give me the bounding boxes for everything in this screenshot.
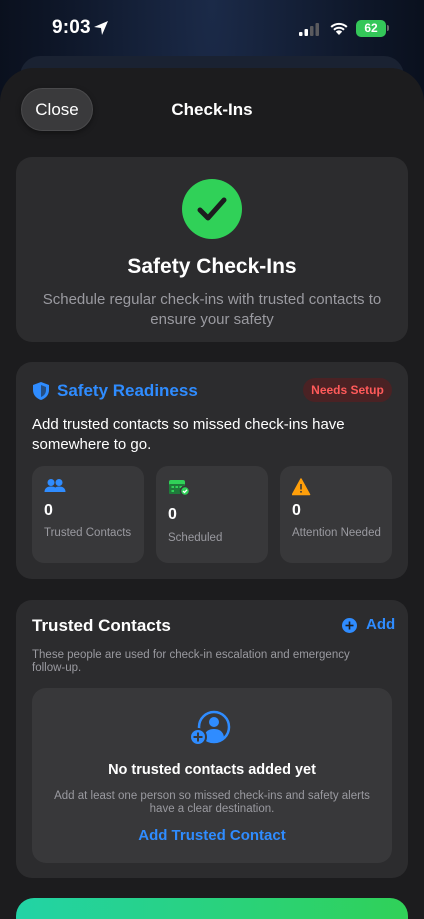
stat-value: 0 (168, 506, 177, 523)
section-title: Trusted Contacts (32, 616, 171, 635)
stat-value: 0 (44, 502, 53, 519)
shield-icon (33, 382, 49, 400)
status-bar: 9:03 62 (0, 0, 424, 58)
battery-tip (387, 25, 389, 31)
stat-label: Trusted Contacts (44, 527, 132, 539)
stat-scheduled: 0 Scheduled (156, 466, 268, 563)
location-arrow-icon (94, 21, 108, 35)
bottom-action-button[interactable] (16, 898, 408, 919)
hero-title: Safety Check-Ins (127, 255, 297, 278)
checkmark-circle-icon (182, 179, 242, 239)
empty-state: No trusted contacts added yet Add at lea… (32, 688, 392, 863)
empty-state-description: Add at least one person so missed check-… (54, 790, 370, 815)
people-icon (44, 479, 66, 492)
empty-state-title: No trusted contacts added yet (108, 762, 316, 778)
battery-level: 62 (364, 21, 378, 35)
readiness-description: Add trusted contacts so missed check-ins… (32, 416, 345, 453)
status-time: 9:03 (52, 17, 91, 38)
warning-icon (292, 478, 311, 496)
page-title: Check-Ins (171, 100, 253, 119)
calendar-check-icon (169, 480, 190, 496)
wifi-icon (330, 22, 348, 35)
stat-label: Scheduled (168, 532, 223, 544)
battery-indicator: 62 (356, 20, 386, 37)
plus-circle-icon (342, 618, 357, 633)
status-badge: Needs Setup (303, 378, 392, 402)
trusted-contacts-card: Trusted Contacts Add These people are us… (16, 600, 408, 878)
add-contact-button[interactable]: Add (342, 615, 402, 637)
stat-trusted-contacts: 0 Trusted Contacts (32, 466, 144, 563)
readiness-title: Safety Readiness (57, 381, 198, 400)
hero-subtitle: Schedule regular check-ins with trusted … (42, 291, 382, 328)
stat-attention-needed: 0 Attention Needed (280, 466, 392, 563)
add-trusted-contact-button[interactable]: Add Trusted Contact (32, 827, 392, 844)
stat-label: Attention Needed (292, 527, 381, 539)
add-person-icon (189, 710, 231, 746)
add-label: Add (366, 616, 396, 633)
section-description: These people are used for check-in escal… (32, 649, 350, 674)
cellular-signal-icon (299, 23, 319, 36)
stat-value: 0 (292, 502, 301, 519)
safety-check-ins-card: Safety Check-Ins Schedule regular check-… (16, 157, 408, 342)
safety-readiness-card: Safety Readiness Needs Setup Add trusted… (16, 362, 408, 579)
